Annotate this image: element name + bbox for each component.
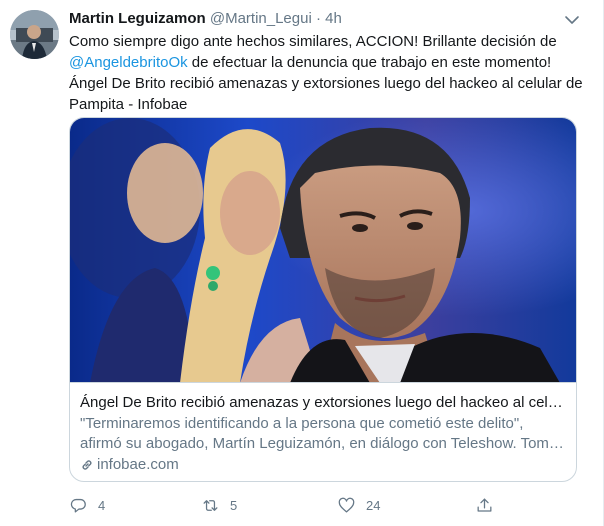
reply-button[interactable]: 4	[69, 494, 105, 516]
tweet-header: Martin Leguizamon @Martin_Legui · 4h	[69, 9, 563, 29]
mention-link[interactable]: @AngeldebritoOk	[69, 54, 188, 71]
author-name[interactable]: Martin Leguizamon	[69, 10, 206, 27]
share-icon	[477, 498, 492, 512]
author-handle[interactable]: @Martin_Legui	[210, 10, 312, 27]
tweet-actions: 4 5 24	[69, 494, 509, 516]
tweet-text-line: Ángel De Brito recibió amenazas y extors…	[69, 75, 583, 92]
reply-count: 4	[98, 497, 106, 513]
tweet-text: Como siempre digo ante hechos similares,…	[69, 31, 589, 115]
avatar[interactable]	[10, 10, 59, 59]
card-title: Ángel De Brito recibió amenazas y extors…	[80, 394, 568, 411]
tweet[interactable]: Martin Leguizamon @Martin_Legui · 4h Com…	[0, 0, 604, 526]
share-button[interactable]	[475, 494, 494, 516]
retweet-icon	[203, 499, 218, 511]
like-count: 24	[366, 497, 381, 513]
card-description: "Terminaremos identificando a la persona…	[80, 414, 568, 454]
timestamp[interactable]: 4h	[325, 10, 342, 27]
card-image[interactable]	[70, 118, 576, 383]
card-domain: infobae.com	[80, 455, 568, 475]
tweet-text-line: Como siempre digo ante hechos similares,…	[69, 33, 557, 50]
card-description-line: afirmó su abogado, Martín Leguizamón, en…	[80, 435, 568, 452]
tweet-text-line: Pampita - Infobae	[69, 96, 188, 113]
retweet-count: 5	[230, 497, 238, 513]
card-description-line: "Terminaremos identificando a la persona…	[80, 415, 524, 432]
reply-icon	[70, 498, 86, 512]
link-preview-card[interactable]: Ángel De Brito recibió amenazas y extors…	[69, 117, 577, 482]
card-body[interactable]: Ángel De Brito recibió amenazas y extors…	[70, 384, 576, 481]
retweet-button[interactable]: 5	[201, 494, 237, 516]
chevron-down-icon[interactable]	[562, 10, 582, 30]
card-domain-text: infobae.com	[97, 456, 179, 473]
avatar-photo	[10, 10, 59, 59]
like-button[interactable]: 24	[337, 494, 380, 516]
tweet-text-line-with-mention: @AngeldebritoOk de efectuar la denuncia …	[69, 52, 589, 73]
link-icon	[82, 460, 92, 470]
separator-dot: ·	[315, 10, 321, 27]
heart-icon	[338, 497, 355, 512]
tweet-text-line: de efectuar la denuncia que trabajo en e…	[191, 54, 552, 71]
